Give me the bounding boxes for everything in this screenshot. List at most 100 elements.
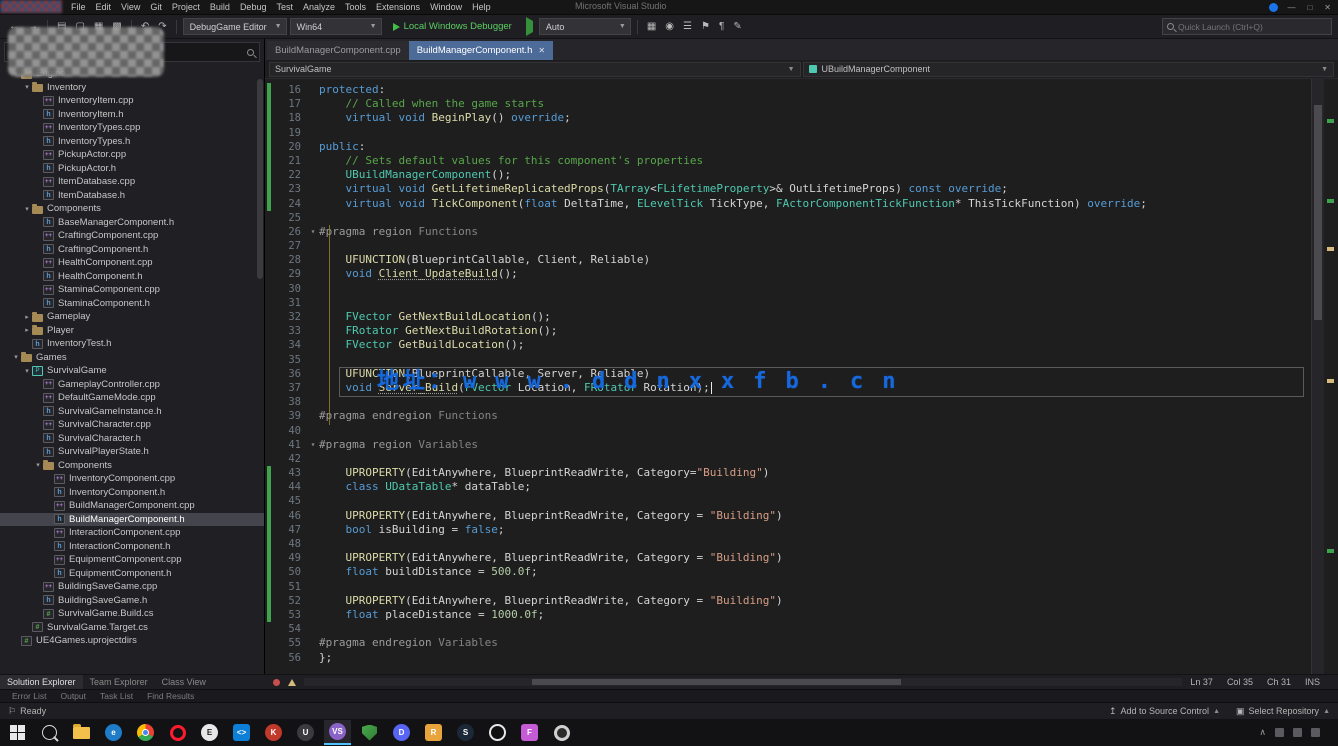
tree-item[interactable]: ItemDatabase.cpp (0, 175, 264, 189)
volume-icon[interactable] (1293, 728, 1302, 737)
tree-item[interactable]: StaminaComponent.h (0, 297, 264, 311)
notification-icon[interactable]: ⚐ (8, 706, 16, 717)
tree-item[interactable]: ▾SurvivalGame (0, 364, 264, 378)
menu-edit[interactable]: Edit (91, 2, 117, 12)
panel-tab-output[interactable]: Output (54, 691, 92, 701)
close-icon[interactable]: ✕ (538, 46, 545, 55)
project-dropdown[interactable]: SurvivalGame ▼ (269, 62, 801, 77)
tree-item[interactable]: PickupActor.cpp (0, 148, 264, 162)
chevron-icon[interactable]: ▾ (22, 83, 32, 91)
code-text[interactable]: float buildDistance = 500.0f; (319, 565, 1338, 579)
line-number[interactable]: 33 (271, 324, 307, 338)
code-text[interactable]: #pragma region Functions (319, 225, 1338, 239)
line-number[interactable]: 30 (271, 282, 307, 296)
code-text[interactable]: #pragma region Variables (319, 438, 1338, 452)
sidebar-tab-team-explorer[interactable]: Team Explorer (83, 675, 155, 689)
line-number[interactable]: 28 (271, 253, 307, 267)
tree-item[interactable]: BuildingSaveGame.h (0, 594, 264, 608)
line-number[interactable]: 25 (271, 211, 307, 225)
chevron-icon[interactable]: ▾ (22, 205, 32, 213)
panel-tab-task-list[interactable]: Task List (94, 691, 139, 701)
line-number[interactable]: 24 (271, 197, 307, 211)
line-number[interactable]: 44 (271, 480, 307, 494)
tree-item[interactable]: ▾Components (0, 459, 264, 473)
minimize-icon[interactable]: — (1284, 3, 1298, 12)
line-number[interactable]: 43 (271, 466, 307, 480)
solution-explorer-search[interactable] (4, 42, 260, 62)
code-text[interactable]: UPROPERTY(EditAnywhere, BlueprintReadWri… (319, 594, 1338, 608)
code-text[interactable]: void Server_Build(FVector Location, FRot… (319, 381, 1338, 395)
warning-indicator[interactable] (288, 679, 296, 686)
menu-analyze[interactable]: Analyze (298, 2, 340, 12)
maximize-icon[interactable]: □ (1304, 3, 1315, 12)
code-text[interactable]: UFUNCTION(BlueprintCallable, Server, Rel… (319, 367, 1338, 381)
chevron-icon[interactable]: ▾ (33, 461, 43, 469)
gitkraken[interactable]: K (260, 720, 287, 745)
redo-icon[interactable]: ↷ (155, 20, 169, 33)
menu-git[interactable]: Git (145, 2, 167, 12)
bookmark-icon[interactable]: ⚑ (698, 20, 713, 33)
code-text[interactable]: UPROPERTY(EditAnywhere, BlueprintReadWri… (319, 466, 1338, 480)
open-file-icon[interactable]: ▢ (72, 20, 87, 33)
tree-item[interactable]: InventoryComponent.h (0, 486, 264, 500)
tree-item[interactable]: InventoryComponent.cpp (0, 472, 264, 486)
menu-window[interactable]: Window (425, 2, 467, 12)
code-text[interactable]: FVector GetBuildLocation(); (319, 338, 1338, 352)
chevron-icon[interactable]: ▸ (22, 313, 32, 321)
code-text[interactable]: virtual void GetLifetimeReplicatedProps(… (319, 182, 1338, 196)
code-text[interactable]: #pragma endregion Functions (319, 409, 1338, 423)
tree-item[interactable]: HealthComponent.cpp (0, 256, 264, 270)
fold-icon[interactable]: ▾ (307, 225, 319, 239)
code-text[interactable]: protected: (319, 83, 1338, 97)
tree-item[interactable]: EquipmentComponent.cpp (0, 553, 264, 567)
unity-hub[interactable]: U (292, 720, 319, 745)
line-number[interactable]: 23 (271, 182, 307, 196)
save-icon[interactable]: ▦ (91, 20, 106, 33)
code-text[interactable]: UPROPERTY(EditAnywhere, BlueprintReadWri… (319, 509, 1338, 523)
line-number[interactable]: 56 (271, 651, 307, 665)
error-indicator[interactable] (273, 679, 280, 686)
code-text[interactable] (319, 353, 1338, 367)
editor-horizontal-scrollbar[interactable] (304, 678, 1182, 686)
tree-item[interactable]: PickupActor.h (0, 162, 264, 176)
code-text[interactable]: public: (319, 140, 1338, 154)
defender[interactable] (356, 720, 383, 745)
line-number[interactable]: 40 (271, 424, 307, 438)
line-number[interactable]: 38 (271, 395, 307, 409)
navigate-icon[interactable]: ✎ (730, 20, 744, 33)
line-number[interactable]: 51 (271, 580, 307, 594)
code-text[interactable]: UPROPERTY(EditAnywhere, BlueprintReadWri… (319, 551, 1338, 565)
code-text[interactable]: UBuildManagerComponent(); (319, 168, 1338, 182)
save-all-icon[interactable]: ▩ (109, 20, 124, 33)
tree-item[interactable]: DefaultGameMode.cpp (0, 391, 264, 405)
menu-help[interactable]: Help (467, 2, 496, 12)
tree-item[interactable]: SurvivalGame.Build.cs (0, 607, 264, 621)
menu-build[interactable]: Build (205, 2, 235, 12)
editor-tab[interactable]: BuildManagerComponent.cpp (267, 41, 409, 60)
local-windows-debugger-button[interactable]: Local Windows Debugger (385, 21, 520, 32)
discord[interactable]: D (388, 720, 415, 745)
menu-test[interactable]: Test (271, 2, 298, 12)
tree-item[interactable]: InventoryItem.h (0, 108, 264, 122)
type-dropdown[interactable]: UBuildManagerComponent ▼ (803, 62, 1335, 77)
panel-tab-find-results[interactable]: Find Results (141, 691, 200, 701)
edge[interactable]: e (100, 720, 127, 745)
chevron-icon[interactable]: ▸ (22, 326, 32, 334)
code-text[interactable]: FRotator GetNextBuildRotation(); (319, 324, 1338, 338)
editor-tab[interactable]: BuildManagerComponent.h✕ (409, 41, 553, 60)
tree-item[interactable]: SurvivalCharacter.h (0, 432, 264, 446)
tree-item[interactable]: SurvivalCharacter.cpp (0, 418, 264, 432)
tree-item[interactable]: ▾Inventory (0, 81, 264, 95)
line-number[interactable]: 32 (271, 310, 307, 324)
tree-item[interactable]: InteractionComponent.h (0, 540, 264, 554)
line-number[interactable]: 31 (271, 296, 307, 310)
chevron-icon[interactable]: ▾ (22, 367, 32, 375)
line-number[interactable]: 20 (271, 140, 307, 154)
line-number[interactable]: 27 (271, 239, 307, 253)
line-number[interactable]: 21 (271, 154, 307, 168)
add-to-source-control[interactable]: ↥Add to Source Control▲ (1109, 706, 1220, 717)
code-text[interactable]: bool isBuilding = false; (319, 523, 1338, 537)
figma[interactable]: F (516, 720, 543, 745)
start-without-debugging-button[interactable] (523, 20, 536, 33)
tree-item[interactable]: InventoryTypes.cpp (0, 121, 264, 135)
